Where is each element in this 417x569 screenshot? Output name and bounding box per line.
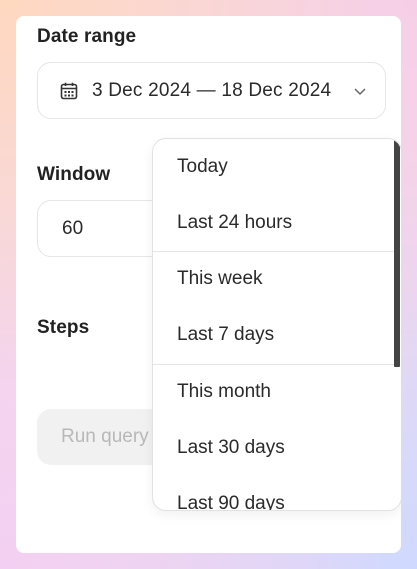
menu-item-this-week[interactable]: This week bbox=[153, 251, 395, 307]
date-range-select[interactable]: 3 Dec 2024 — 18 Dec 2024 bbox=[37, 62, 386, 119]
steps-label: Steps bbox=[37, 317, 90, 338]
date-range-value: 3 Dec 2024 — 18 Dec 2024 bbox=[92, 79, 332, 101]
calendar-icon bbox=[60, 82, 78, 100]
menu-item-today[interactable]: Today bbox=[153, 139, 395, 195]
date-range-label: Date range bbox=[37, 26, 137, 47]
menu-item-last-24-hours[interactable]: Last 24 hours bbox=[153, 195, 395, 251]
window-label: Window bbox=[37, 164, 111, 185]
menu-item-this-month[interactable]: This month bbox=[153, 364, 395, 420]
menu-item-last-90-days[interactable]: Last 90 days bbox=[153, 476, 395, 510]
menu-item-last-7-days[interactable]: Last 7 days bbox=[153, 307, 395, 363]
chevron-down-icon bbox=[353, 84, 367, 98]
dropdown-scrollbar[interactable] bbox=[394, 139, 400, 367]
query-settings-card: Date range 3 Dec 2024 — 18 Dec 2024 Wind… bbox=[16, 16, 401, 553]
menu-item-last-30-days[interactable]: Last 30 days bbox=[153, 420, 395, 476]
window-value: 60 bbox=[62, 217, 84, 239]
date-range-dropdown-menu: Today Last 24 hours This week Last 7 day… bbox=[152, 138, 401, 511]
